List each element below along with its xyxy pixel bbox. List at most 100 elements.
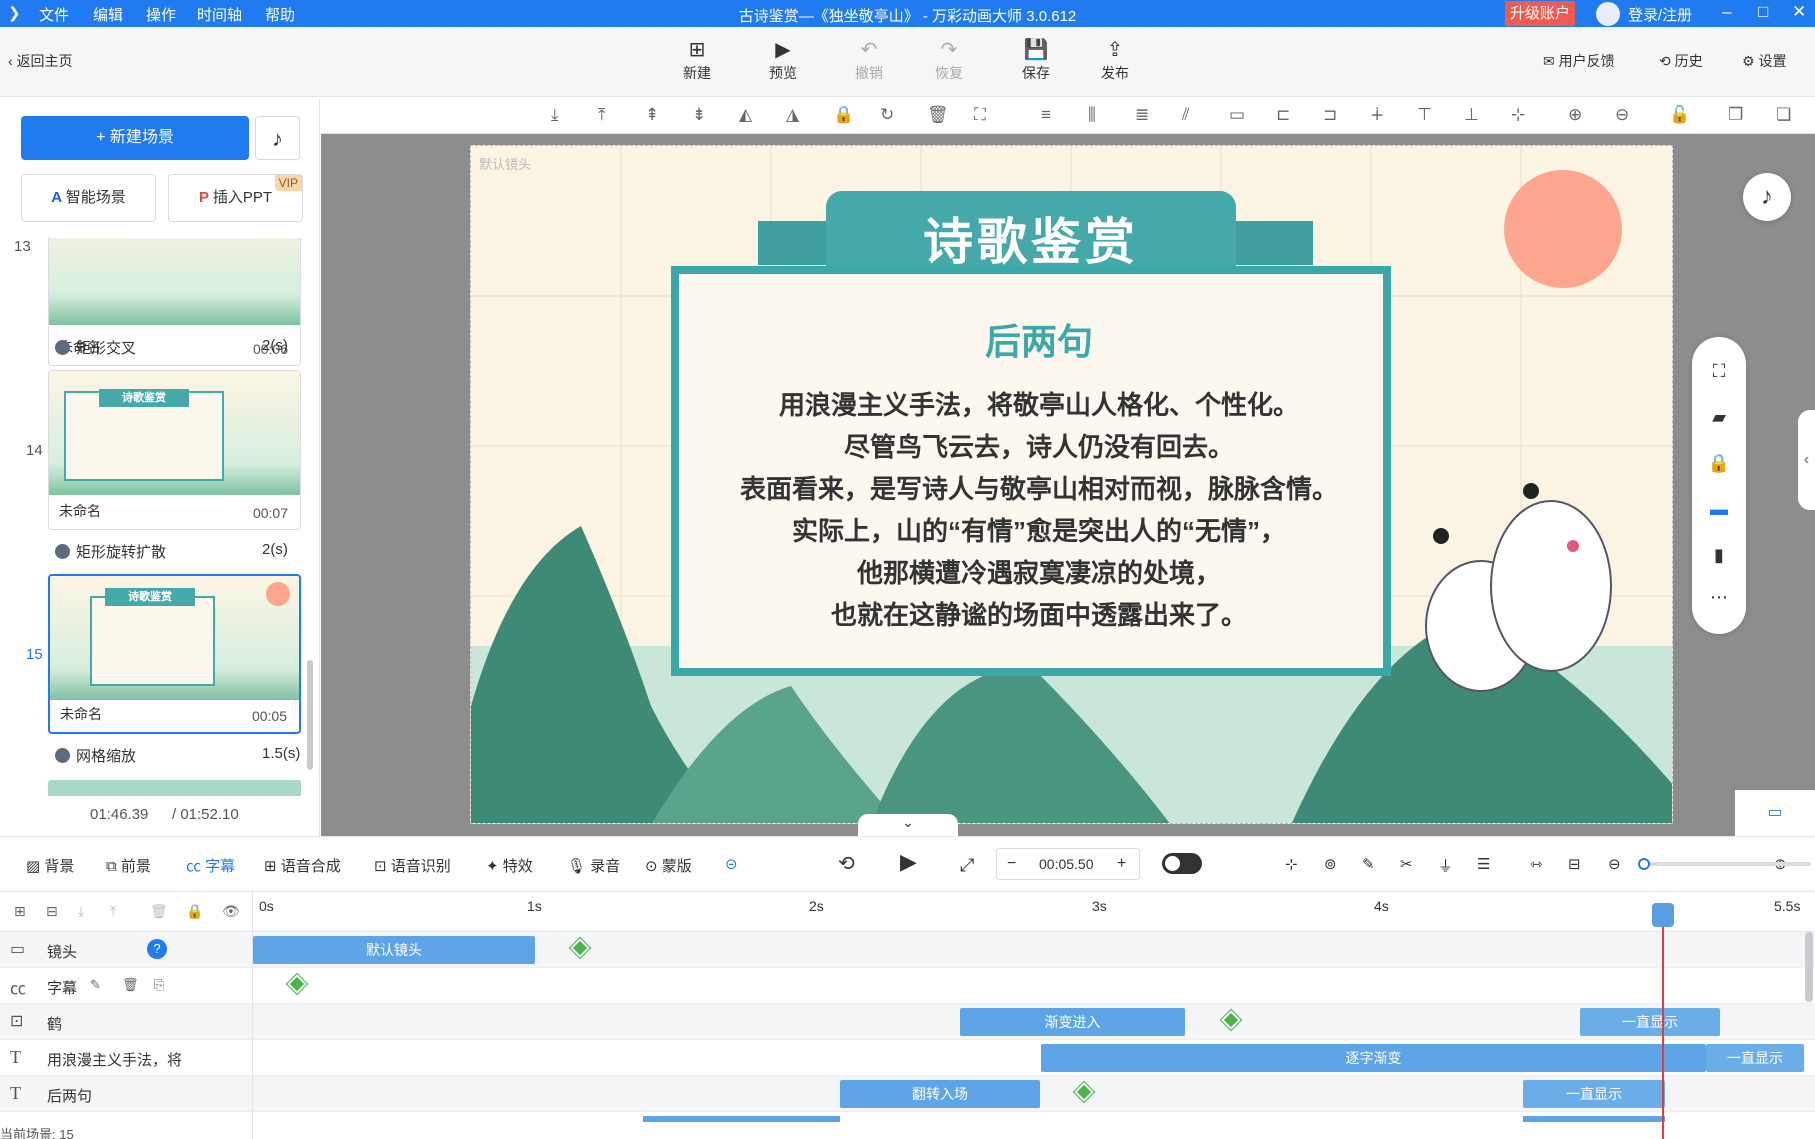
transition-item[interactable]: 矩形交叉	[55, 337, 136, 358]
track-text-1[interactable]: T 用浪漫主义手法，将 逐字渐变 一直显示	[0, 1040, 1815, 1076]
flip-horizontal-icon[interactable]: ◭	[739, 105, 752, 125]
subtitle-icon[interactable]: ⊹	[1285, 855, 1298, 873]
loop-toggle[interactable]	[1162, 853, 1202, 874]
time-value[interactable]: 00:05.50	[1039, 849, 1094, 879]
upgrade-account-button[interactable]: 升级账户	[1505, 1, 1575, 26]
paste-icon[interactable]: ❏	[1776, 105, 1791, 125]
preview-button[interactable]: ▶ 预览	[753, 37, 813, 83]
zoom-in-icon[interactable]: ⊕	[1568, 105, 1582, 125]
lock-icon[interactable]: 🔒	[833, 105, 854, 125]
settings-link[interactable]: ⚙ 设置	[1742, 51, 1786, 71]
clip-partial[interactable]	[643, 1116, 840, 1122]
background-tool[interactable]: ▨ 背景	[26, 855, 74, 876]
align-top-icon[interactable]: ⤒	[598, 105, 606, 125]
move-down-icon[interactable]: ⤓	[78, 903, 84, 920]
redo-button[interactable]: ↷ 恢复	[919, 37, 979, 83]
screenshot-icon[interactable]: ⛶	[1692, 361, 1746, 382]
align-bottom-icon[interactable]: ⤓	[551, 105, 559, 125]
folder-icon[interactable]: ⊟	[46, 903, 58, 920]
zoom-out-icon[interactable]: ⊖	[1615, 105, 1629, 125]
adjust-icon[interactable]: ☰	[1477, 855, 1490, 873]
ratio-icon[interactable]: ⊟	[1568, 855, 1581, 873]
collapse-timeline-icon[interactable]: ⌄	[858, 814, 958, 836]
zoom-out-icon[interactable]: ⊖	[1608, 855, 1621, 873]
history-link[interactable]: ⟲ 历史	[1659, 51, 1703, 71]
music-button[interactable]: ♪	[255, 116, 300, 160]
record-tool[interactable]: 🎙 录音	[567, 855, 620, 876]
smart-scene-button[interactable]: A 智能场景	[21, 174, 156, 222]
add-folder-icon[interactable]: ⊞	[14, 903, 26, 920]
clip-flip-in[interactable]: 翻转入场	[840, 1080, 1040, 1108]
clip-default-camera[interactable]: 默认镜头	[253, 936, 535, 964]
flip-vertical-icon[interactable]: ◮	[786, 105, 799, 125]
delete-icon[interactable]: 🗑	[927, 105, 949, 125]
effects-tool[interactable]: ✦ 特效	[486, 855, 533, 876]
clip-char-fade[interactable]: 逐字渐变	[1041, 1044, 1706, 1072]
login-register-link[interactable]: 登录/注册	[1628, 4, 1692, 25]
mask-tool[interactable]: ⊙ 蒙版	[645, 855, 692, 876]
clip-always-show[interactable]: 一直显示	[1523, 1080, 1665, 1108]
fullscreen-icon[interactable]: ⤢	[960, 855, 974, 876]
time-ruler[interactable]: 0s 1s 2s 3s 4s 5.5s	[253, 892, 1815, 932]
fit-width-icon[interactable]: ⇿	[1530, 855, 1543, 873]
filter-icon[interactable]: ⏚	[1438, 855, 1453, 876]
avatar[interactable]	[1596, 2, 1620, 26]
align-center-icon[interactable]: ≣	[1135, 105, 1149, 125]
foreground-tool[interactable]: ⧉ 前景	[106, 855, 151, 876]
insert-ppt-button[interactable]: P 插入PPT VIP	[168, 174, 303, 222]
copy-icon[interactable]: ❐	[1728, 105, 1743, 125]
bring-forward-icon[interactable]: ⇞	[645, 105, 659, 125]
save-button[interactable]: 💾 保存	[1006, 37, 1066, 83]
import-icon[interactable]: ⎘	[154, 977, 164, 993]
track-crane[interactable]: ⊡ 鹤 渐变进入 一直显示	[0, 1004, 1815, 1040]
clip-always-show[interactable]: 一直显示	[1580, 1008, 1720, 1036]
scene-card-14[interactable]: 诗歌鉴赏 未命名 00:07	[48, 370, 301, 530]
speech-recognition-tool[interactable]: ⊡ 语音识别	[374, 855, 451, 876]
edit-icon[interactable]: ✎	[90, 977, 101, 993]
minimize-icon[interactable]: –	[1722, 2, 1731, 22]
delete-icon[interactable]: 🗑	[122, 977, 139, 993]
sun-shape[interactable]	[1504, 170, 1622, 288]
align-middle-icon[interactable]: ∔	[1370, 105, 1384, 125]
new-button[interactable]: ⊞ 新建	[667, 37, 727, 83]
align-left2-icon[interactable]: ⊏	[1276, 105, 1290, 125]
move-up-icon[interactable]: ⤒	[110, 903, 116, 920]
folder-icon[interactable]: ▰	[1692, 407, 1746, 428]
floating-music-button[interactable]: ♪	[1743, 173, 1791, 221]
minus-icon[interactable]: −	[1007, 849, 1016, 879]
zoom-slider-handle[interactable]	[1638, 858, 1650, 870]
cut-icon[interactable]: ✂	[1400, 855, 1413, 873]
phone-icon[interactable]: ▮	[1692, 545, 1746, 566]
zoom-slider[interactable]	[1638, 858, 1811, 870]
poem-subtitle[interactable]: 后两句	[671, 313, 1407, 365]
unlock-icon[interactable]: 🔓	[1669, 105, 1690, 125]
keyframe-add-icon[interactable]	[568, 936, 592, 960]
transition-item[interactable]: 网格缩放	[55, 745, 136, 766]
play-icon[interactable]: ▶	[900, 849, 917, 875]
more-icon[interactable]: ⋯	[1692, 587, 1746, 608]
lock-icon[interactable]: 🔒	[1692, 453, 1746, 474]
caption-tool[interactable]: ㏄ 字幕	[186, 855, 235, 876]
more-tools-icon[interactable]: ⊝	[725, 855, 738, 873]
help-icon[interactable]: ?	[147, 939, 167, 959]
side-panel-handle[interactable]: ‹	[1798, 410, 1815, 510]
clip-fade-in[interactable]: 渐变进入	[960, 1008, 1185, 1036]
distribute-h-icon[interactable]: ⫼	[1088, 105, 1096, 125]
plus-icon[interactable]: +	[1117, 849, 1126, 879]
scene-card-15[interactable]: 诗歌鉴赏 未命名 00:05	[48, 574, 301, 734]
align-right2-icon[interactable]: ⊐	[1323, 105, 1337, 125]
maximize-icon[interactable]: □	[1758, 2, 1768, 22]
tts-tool[interactable]: ⊞ 语音合成	[264, 855, 341, 876]
scene-card-next[interactable]	[48, 780, 301, 796]
undo-button[interactable]: ↶ 撤销	[839, 37, 899, 83]
align-bottom2-icon[interactable]: ⊥	[1464, 105, 1479, 125]
send-backward-icon[interactable]: ⇟	[692, 105, 706, 125]
keyframe-add-icon[interactable]	[285, 972, 309, 996]
publish-button[interactable]: ⇪ 发布	[1085, 37, 1145, 83]
distribute-v-icon[interactable]: ⫽	[1182, 105, 1190, 125]
playhead-handle[interactable]	[1652, 903, 1674, 927]
align-left-icon[interactable]: ≡	[1041, 105, 1051, 125]
timeline-scrollbar[interactable]	[1805, 932, 1813, 1002]
transition-item[interactable]: 矩形旋转扩散	[55, 541, 166, 562]
replay-icon[interactable]: ⟲	[838, 851, 855, 876]
